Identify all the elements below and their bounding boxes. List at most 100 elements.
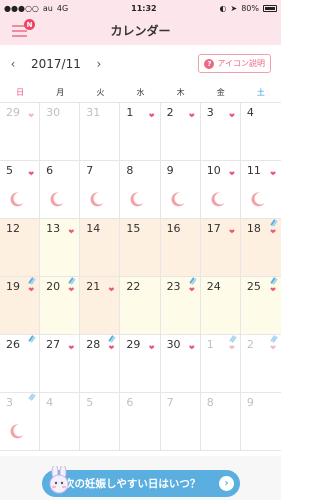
calendar-day-cell[interactable]: 3 ❤ (200, 103, 241, 161)
current-month: 2017/11 (31, 56, 81, 71)
month-navigation: ‹ 2017/11 › ? アイコン説明 (0, 45, 281, 82)
pill-icon (110, 335, 113, 343)
day-number: 10 (206, 164, 221, 177)
calendar-day-cell[interactable]: 5 ❤ (0, 161, 41, 219)
banner-text: 次の妊娠しやすい日はいつ？ (64, 478, 201, 490)
weekday-sun: 日 (16, 87, 25, 97)
heart-icon: ❤ (148, 112, 155, 120)
day-number: 2 (246, 338, 254, 351)
day-number: 5 (86, 396, 94, 409)
menu-button[interactable]: N (10, 19, 35, 39)
weekday-fri: 金 (216, 87, 225, 97)
day-number: 3 (6, 396, 13, 409)
calendar-day-cell[interactable]: 16 (160, 219, 201, 277)
calendar-day-cell[interactable]: 12 (0, 219, 41, 277)
calendar-day-cell[interactable]: 29 ❤ (0, 103, 41, 161)
calendar-day-cell[interactable]: 30 (40, 103, 81, 161)
calendar-day-cell[interactable]: 26 (0, 335, 41, 393)
calendar-day-cell[interactable]: 6 (40, 161, 81, 219)
calendar-day-cell[interactable]: 22 (120, 277, 161, 335)
calendar-day-cell[interactable]: 4 (40, 393, 81, 451)
calendar-day-cell[interactable]: 18 ❤ (240, 219, 281, 277)
day-number: 7 (86, 164, 94, 177)
day-number: 24 (206, 280, 221, 293)
day-number: 23 (166, 280, 181, 293)
day-number: 31 (86, 106, 101, 119)
calendar-day-cell[interactable]: 13 ❤ (40, 219, 81, 277)
status-right: ◐ ➤ 80% (220, 4, 277, 13)
weekday-sat: 土 (256, 87, 265, 97)
calendar-day-cell[interactable]: 7 (80, 161, 121, 219)
calendar-day-cell[interactable]: 30 ❤ (160, 335, 201, 393)
day-number: 22 (126, 280, 141, 293)
day-number: 7 (166, 396, 174, 409)
calendar-day-cell[interactable]: 11 ❤ (240, 161, 281, 219)
heart-icon: ❤ (228, 112, 235, 120)
icon-legend-button[interactable]: ? アイコン説明 (198, 54, 271, 73)
calendar-day-cell[interactable]: 1 ❤ (120, 103, 161, 161)
heart-icon: ❤ (188, 344, 195, 352)
calendar-day-cell[interactable]: 14 (80, 219, 121, 277)
question-icon: ? (204, 58, 215, 69)
calendar-day-cell[interactable]: 24 (200, 277, 241, 335)
day-number: 2 (166, 106, 174, 119)
calendar-day-cell[interactable]: 1 ❤ (200, 335, 241, 393)
calendar-day-cell[interactable]: 17 ❤ (200, 219, 241, 277)
calendar-day-cell[interactable]: 28 ❤ (80, 335, 121, 393)
calendar-day-cell[interactable]: 7 (160, 393, 201, 451)
pill-icon (70, 277, 73, 285)
heart-icon: ❤ (108, 344, 115, 352)
calendar-day-cell[interactable]: 2 ❤ (160, 103, 201, 161)
calendar-day-cell[interactable]: 27 ❤ (40, 335, 81, 393)
calendar-day-cell[interactable]: 4 (240, 103, 281, 161)
calendar-day-cell[interactable]: 8 (200, 393, 241, 451)
status-bar: ●●●○○ au 4G 11:32 ◐ ➤ 80% (0, 0, 281, 16)
day-number: 6 (46, 164, 54, 177)
notification-badge: N (24, 19, 35, 30)
moon-icon (251, 192, 265, 207)
calendar-day-cell[interactable]: 23 ❤ (160, 277, 201, 335)
weekday-thu: 木 (176, 87, 185, 97)
next-month-button[interactable]: › (89, 57, 109, 71)
day-number: 12 (6, 222, 20, 235)
calendar-day-cell[interactable]: 15 (120, 219, 161, 277)
day-number: 30 (166, 338, 181, 351)
calendar-day-cell[interactable]: 21 ❤ (80, 277, 121, 335)
calendar-day-cell[interactable]: 5 (80, 393, 121, 451)
day-number: 4 (246, 106, 254, 119)
calendar-day-cell[interactable]: 2 ❤ (240, 335, 281, 393)
day-number: 8 (206, 396, 214, 409)
heart-icon: ❤ (68, 344, 75, 352)
day-number: 29 (6, 106, 20, 119)
day-number: 3 (206, 106, 214, 119)
calendar-day-cell[interactable]: 31 (80, 103, 121, 161)
calendar-day-cell[interactable]: 25 ❤ (240, 277, 281, 335)
calendar-day-cell[interactable]: 8 (120, 161, 161, 219)
bunny-mascot-icon (49, 466, 69, 494)
calendar-day-cell[interactable]: 10 ❤ (200, 161, 241, 219)
calendar-grid: 29 ❤ 30 31 1 ❤ 2 ❤ 3 ❤ 4 5 ❤ 6 7 8 9 10 ❤ 11 ❤ 12 13 ❤ 14 15 16 17 ❤… (0, 103, 281, 451)
day-number: 16 (166, 222, 181, 235)
weekday-mon: 月 (56, 87, 65, 97)
calendar-day-cell[interactable]: 9 (240, 393, 281, 451)
calendar-day-cell[interactable]: 20 ❤ (40, 277, 81, 335)
pill-icon (272, 335, 275, 343)
heart-icon: ❤ (68, 286, 75, 294)
calendar-day-cell[interactable]: 19 ❤ (0, 277, 41, 335)
menu-icon-bar (12, 30, 27, 32)
calendar-day-cell[interactable]: 29 ❤ (120, 335, 161, 393)
moon-icon (90, 192, 104, 207)
chevron-right-icon: › (219, 476, 234, 491)
calendar-day-cell[interactable]: 3 (0, 393, 41, 451)
day-number: 19 (6, 280, 20, 293)
pill-icon (231, 335, 234, 343)
heart-icon: ❤ (270, 170, 276, 178)
day-number: 17 (206, 222, 221, 235)
calendar-day-cell[interactable]: 6 (120, 393, 161, 451)
battery-percent: 80% (241, 3, 259, 13)
lock-rotation-icon: ◐ (219, 3, 227, 13)
prev-month-button[interactable]: ‹ (3, 57, 23, 71)
calendar-day-cell[interactable]: 9 (160, 161, 201, 219)
day-number: 13 (46, 222, 61, 235)
day-number: 8 (126, 164, 134, 177)
